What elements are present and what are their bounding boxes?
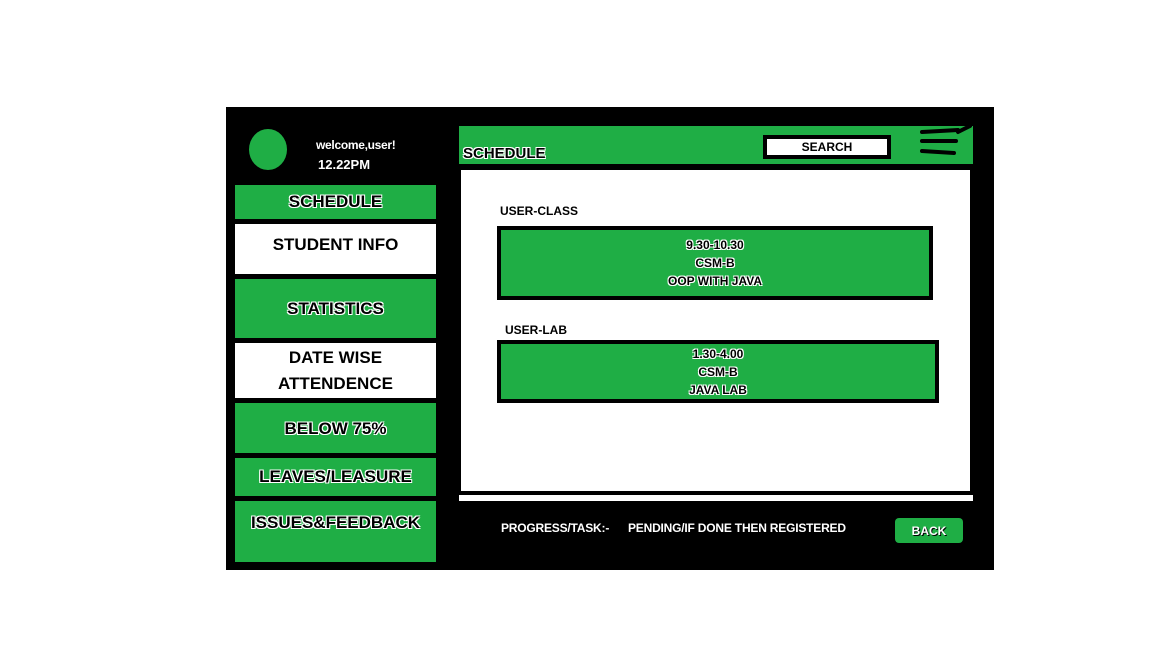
sidebar-item-student-info[interactable]: STUDENT INFO — [235, 224, 436, 274]
sidebar-item-label: LEAVES/LEASURE — [259, 467, 412, 486]
progress-status: PENDING/IF DONE THEN REGISTERED — [628, 521, 846, 535]
sidebar-item-date-wise-attendence[interactable]: DATE WISE ATTENDENCE — [235, 343, 436, 398]
sidebar-item-label: ISSUES&FEEDBACK — [250, 513, 421, 532]
class-subject: OOP WITH JAVA — [667, 274, 762, 288]
lab-section-label: USER-LAB — [505, 323, 567, 337]
page-title: SCHEDULE — [463, 145, 546, 162]
sidebar-item-label: SCHEDULE — [288, 192, 383, 211]
back-button[interactable]: BACK — [895, 518, 963, 543]
lab-time: 1.30-4.00 — [692, 346, 744, 361]
lab-section: CSM-B — [698, 364, 738, 379]
lab-schedule-card[interactable]: 1.30-4.00 CSM-B JAVA LAB — [497, 340, 939, 403]
sidebar-item-label: STUDENT INFO — [272, 235, 399, 254]
time-display: 12.22PM — [318, 157, 371, 172]
divider — [459, 495, 973, 501]
class-time: 9.30-10.30 — [686, 238, 744, 252]
sidebar-item-statistics[interactable]: STATISTICS — [235, 279, 436, 338]
sidebar-item-schedule[interactable]: SCHEDULE — [235, 185, 436, 219]
class-section: CSM-B — [695, 256, 735, 270]
sidebar-item-label: DATE WISE ATTENDENCE — [278, 347, 393, 393]
search-button[interactable]: SEARCH — [763, 135, 891, 159]
welcome-text: welcome,user! — [316, 138, 396, 152]
hamburger-menu-icon[interactable] — [918, 124, 974, 160]
sidebar-item-label: STATISTICS — [287, 298, 384, 318]
class-schedule-card[interactable]: 9.30-10.30 CSM-B OOP WITH JAVA — [497, 226, 933, 300]
sidebar-item-below-75[interactable]: BELOW 75% — [235, 403, 436, 453]
sidebar-item-label: BELOW 75% — [284, 419, 387, 438]
sidebar-item-leaves-leasure[interactable]: LEAVES/LEASURE — [235, 458, 436, 496]
lab-subject: JAVA LAB — [689, 382, 747, 397]
avatar[interactable] — [249, 129, 287, 170]
class-section-label: USER-CLASS — [500, 204, 579, 218]
sidebar-item-issues-feedback[interactable]: ISSUES&FEEDBACK — [235, 501, 436, 562]
progress-label: PROGRESS/TASK:- — [501, 521, 610, 535]
